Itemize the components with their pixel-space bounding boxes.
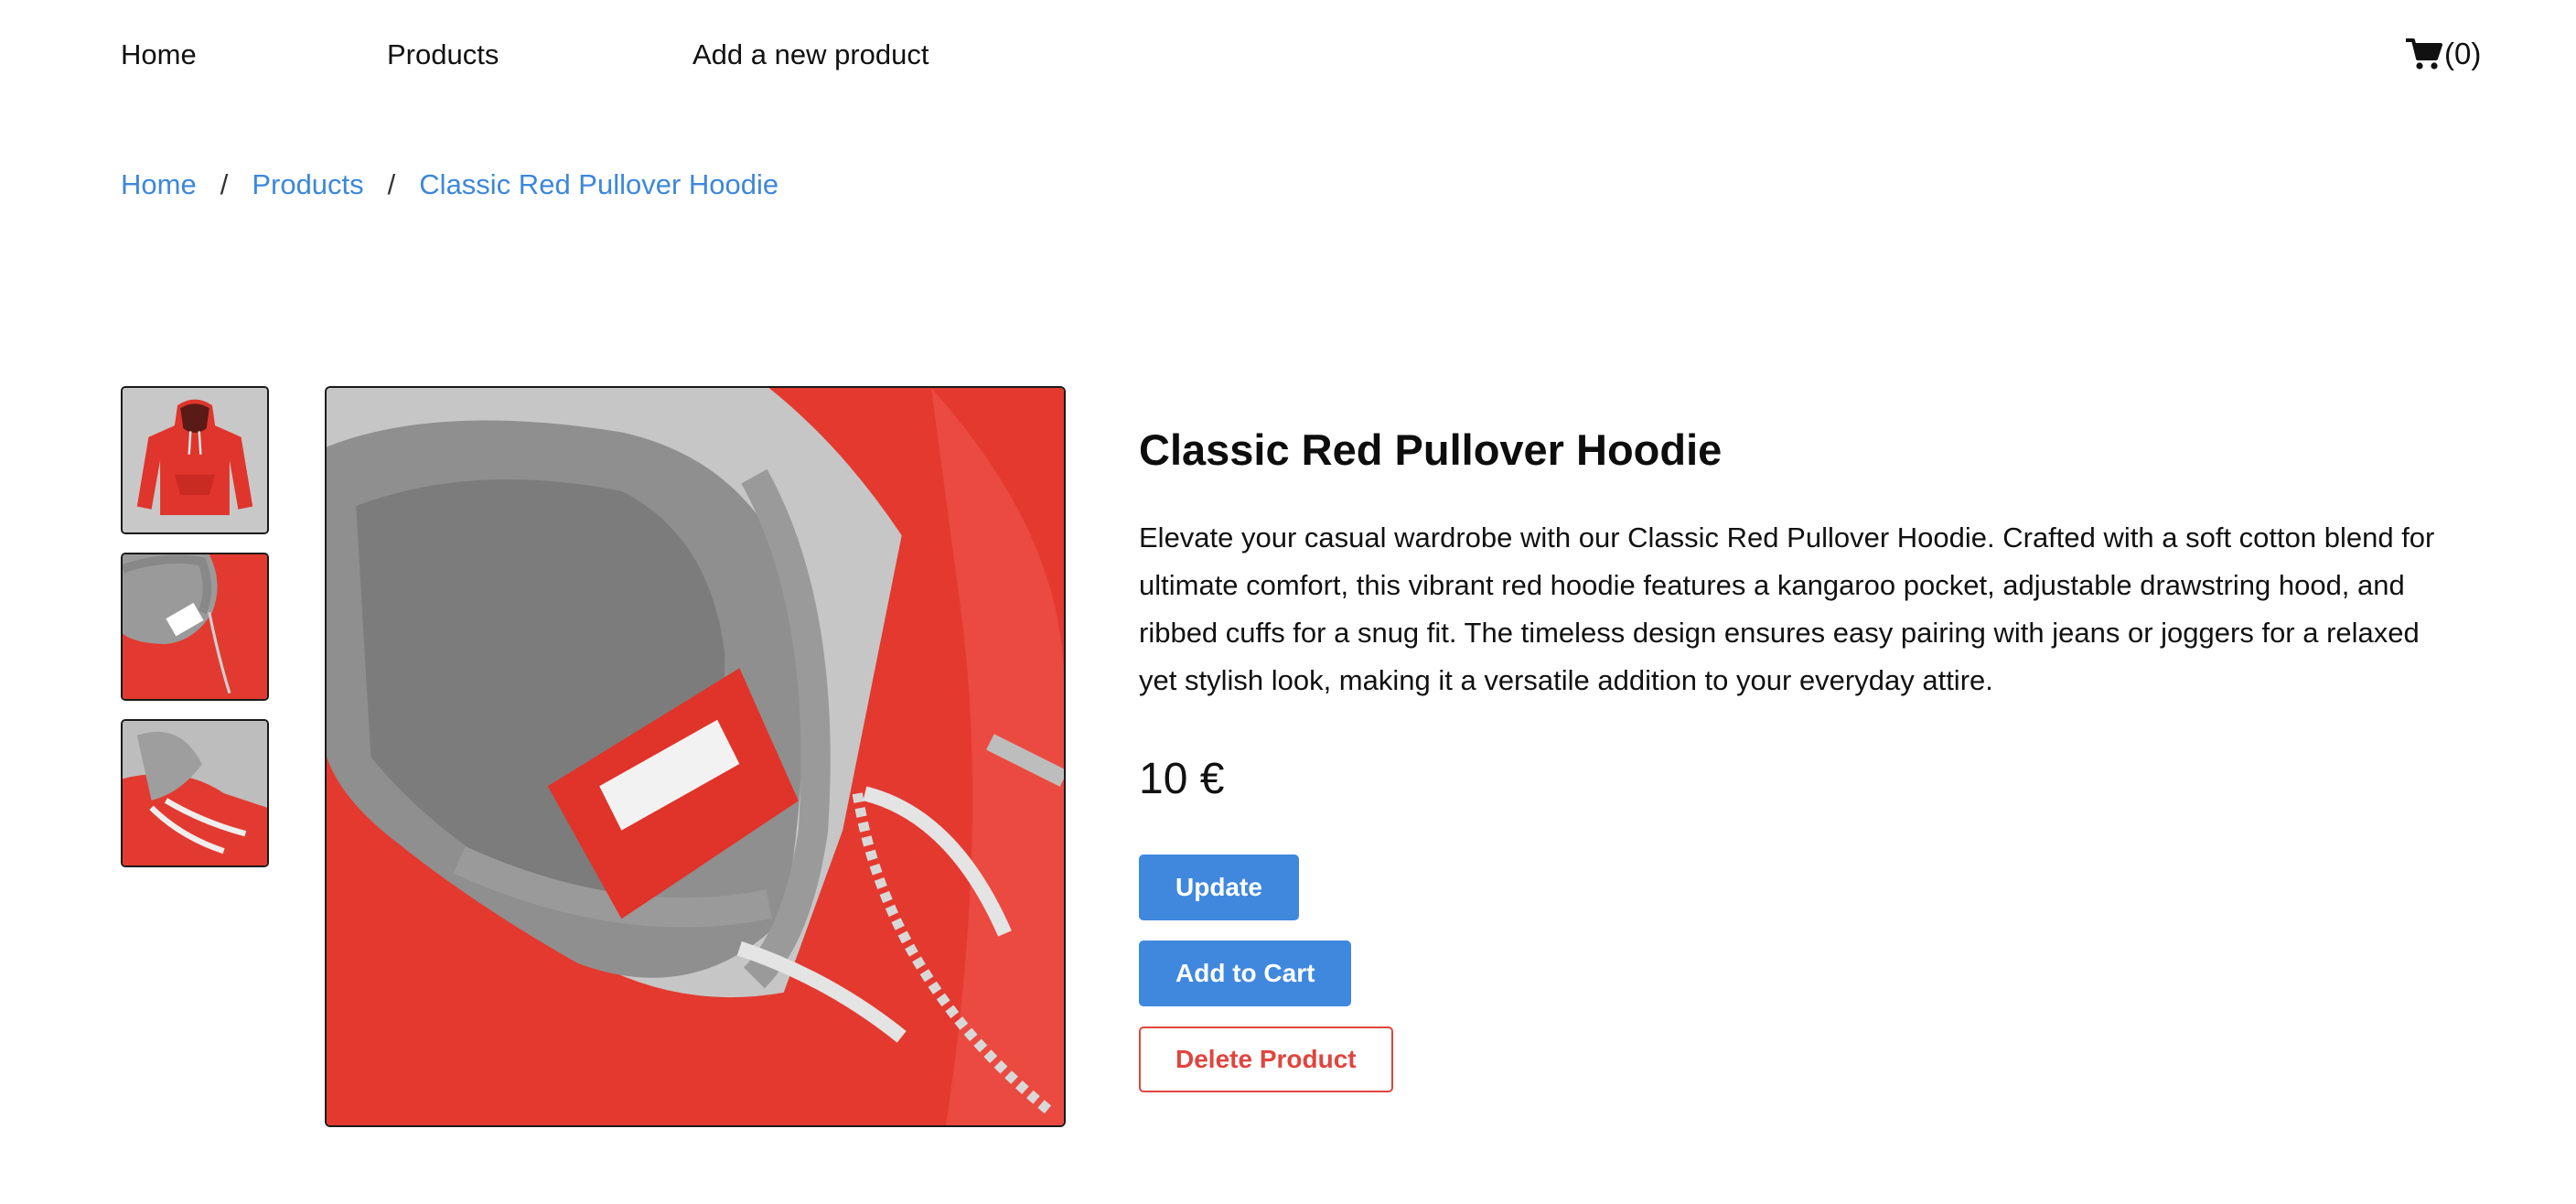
breadcrumb-separator: / <box>387 168 396 200</box>
main-product-image <box>325 386 1066 1127</box>
product-description: Elevate your casual wardrobe with our Cl… <box>1139 521 2435 696</box>
breadcrumb-current[interactable]: Classic Red Pullover Hoodie <box>419 168 778 201</box>
breadcrumb-home[interactable]: Home <box>121 168 197 201</box>
shopping-cart-icon <box>2406 38 2442 70</box>
delete-product-button[interactable]: Delete Product <box>1139 1027 1393 1092</box>
breadcrumb-separator: / <box>220 168 229 200</box>
update-button[interactable]: Update <box>1139 855 1299 920</box>
nav-products-link[interactable]: Products <box>387 35 499 75</box>
product-page: Home Products Add a new product (0) Home… <box>0 0 2576 1204</box>
product-title: Classic Red Pullover Hoodie <box>1139 425 1723 474</box>
thumbnail-hood-closeup[interactable] <box>121 553 269 701</box>
breadcrumb: Home / Products / Classic Red Pullover H… <box>121 165 778 205</box>
add-to-cart-button[interactable]: Add to Cart <box>1139 941 1352 1006</box>
breadcrumb-products[interactable]: Products <box>252 168 363 201</box>
nav-home-link[interactable]: Home <box>121 35 197 75</box>
product-details: Classic Red Pullover Hoodie Elevate your… <box>1139 421 2456 1092</box>
product-price: 10 € <box>1139 755 1225 803</box>
cart-button[interactable]: (0) <box>2406 33 2481 75</box>
cart-count: (0) <box>2444 37 2482 70</box>
nav-add-product-link[interactable]: Add a new product <box>692 35 929 75</box>
thumbnail-drawstrings[interactable] <box>121 719 269 867</box>
top-navigation: Home Products Add a new product (0) <box>0 0 2576 110</box>
thumbnail-front-view[interactable] <box>121 386 269 534</box>
